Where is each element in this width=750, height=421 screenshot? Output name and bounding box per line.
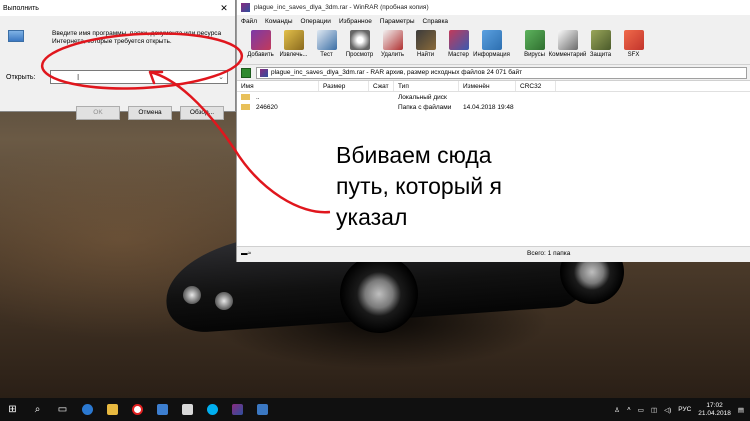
shield-icon [590,30,611,50]
winrar-taskbar-icon[interactable] [225,398,250,421]
toolbar: Добавить Извлечь... Тест Просмотр Удалит… [237,27,750,65]
mail-icon[interactable] [175,398,200,421]
open-label: Открыть: [6,74,36,81]
clock-date: 21.04.2018 [698,409,731,417]
virus-scan-button[interactable]: Вирусы [519,27,550,58]
ok-button[interactable]: OK [76,106,120,120]
view-icon [349,30,370,50]
find-button[interactable]: Найти [410,27,441,58]
open-input[interactable]: I ⌄ [50,70,228,84]
archive-path-text: plague_inc_saves_dlya_3dm.rar - RAR архи… [271,69,523,76]
protect-button[interactable]: Защита [585,27,616,58]
chevron-down-icon[interactable]: ⌄ [215,73,227,81]
car-wheel [340,255,418,333]
status-total: Всего: 1 папка [527,250,571,257]
find-icon [415,30,436,50]
status-bar: ▬≈ Всего: 1 папка [237,246,750,260]
task-view-icon[interactable]: ▭ [50,398,75,421]
network-icon[interactable]: ◫ [651,406,657,414]
drive-icon: ▬≈ [241,250,252,257]
people-icon[interactable]: ♙ [614,406,620,414]
menu-operations[interactable]: Операции [301,18,331,25]
cancel-button[interactable]: Отмена [128,106,172,120]
clock[interactable]: 17:02 21.04.2018 [698,402,731,418]
skype-icon[interactable] [200,398,225,421]
language-indicator[interactable]: РУС [678,406,691,413]
car-headlight [183,286,201,304]
search-icon[interactable]: ⌕ [25,398,50,421]
info-button[interactable]: Информация [473,27,510,58]
column-modified[interactable]: Изменён [459,81,516,91]
notifications-icon[interactable]: ▤ [738,406,744,414]
annotation-line: Вбиваем сюда [336,142,492,168]
table-row[interactable]: 246620 Папка с файлами 14.04.2018 19:48 [237,102,750,112]
column-type[interactable]: Тип [394,81,459,91]
run-taskbar-icon[interactable] [250,398,275,421]
annotation-line: указал [336,204,408,230]
delete-button[interactable]: Удалить [377,27,408,58]
file-explorer-icon[interactable] [100,398,125,421]
extract-button[interactable]: Извлечь... [278,27,309,58]
run-program-icon [8,30,24,42]
menu-commands[interactable]: Команды [265,18,293,25]
windows-start-icon[interactable]: ⊞ [0,398,25,421]
menu-help[interactable]: Справка [423,18,449,25]
yandex-browser-icon[interactable] [125,398,150,421]
file-list-header: Имя Размер Сжат Тип Изменён CRC32 [237,81,750,92]
column-crc32[interactable]: CRC32 [516,81,556,91]
folder-icon [241,93,250,100]
battery-icon[interactable]: ▭ [638,406,644,414]
menu-bar: Файл Команды Операции Избранное Параметр… [237,15,750,27]
browse-button[interactable]: Обзор... [180,106,224,120]
rar-archive-icon [260,68,268,77]
test-button[interactable]: Тест [311,27,342,58]
archive-path-field[interactable]: plague_inc_saves_dlya_3dm.rar - RAR архи… [256,66,747,79]
winrar-title: plague_inc_saves_dlya_3dm.rar - WinRAR (… [254,4,429,11]
annotation-text: Вбиваем сюда путь, который я указал [336,140,556,233]
wizard-icon [448,30,469,50]
run-description: Введите имя программы, папки, документа … [52,30,222,45]
delete-icon [382,30,403,50]
volume-icon[interactable]: ◁) [664,406,671,414]
system-tray: ♙ ˄ ▭ ◫ ◁) РУС 17:02 21.04.2018 ▤ [614,402,750,418]
run-dialog-title: Выполнить [3,4,39,12]
edge-browser-icon[interactable] [75,398,100,421]
table-row[interactable]: .. Локальный диск [237,92,750,102]
test-icon [316,30,337,50]
sfx-button[interactable]: SFX [618,27,649,58]
wizard-button[interactable]: Мастер [443,27,474,58]
menu-options[interactable]: Параметры [380,18,415,25]
close-icon[interactable]: ✕ [213,3,235,14]
winrar-titlebar: plague_inc_saves_dlya_3dm.rar - WinRAR (… [237,0,750,15]
path-bar: plague_inc_saves_dlya_3dm.rar - RAR архи… [237,65,750,81]
window-app-icon[interactable] [150,398,175,421]
folder-icon [241,103,250,110]
menu-file[interactable]: Файл [241,18,257,25]
clock-time: 17:02 [706,401,723,409]
info-icon [481,30,502,50]
sfx-icon [623,30,644,50]
run-dialog-titlebar: Выполнить ✕ [0,0,235,16]
comment-icon [557,30,578,50]
taskbar: ⊞ ⌕ ▭ ♙ ˄ ▭ ◫ ◁) РУС 17:02 21.04.2018 ▤ [0,398,750,421]
text-cursor-icon: I [77,72,80,82]
annotation-line: путь, который я [336,173,502,199]
add-button[interactable]: Добавить [245,27,276,58]
add-icon [250,30,271,50]
winrar-app-icon [241,3,250,12]
comment-button[interactable]: Комментарий [549,27,586,58]
view-button[interactable]: Просмотр [344,27,375,58]
up-folder-icon[interactable] [241,67,251,78]
column-name[interactable]: Имя [237,81,319,91]
column-packed[interactable]: Сжат [369,81,394,91]
virus-icon [524,30,545,50]
car-headlight [215,292,233,310]
menu-favorites[interactable]: Избранное [339,18,372,25]
run-dialog: Выполнить ✕ Введите имя программы, папки… [0,0,236,120]
column-size[interactable]: Размер [319,81,369,91]
chevron-up-icon[interactable]: ˄ [627,406,631,413]
extract-icon [283,30,304,50]
